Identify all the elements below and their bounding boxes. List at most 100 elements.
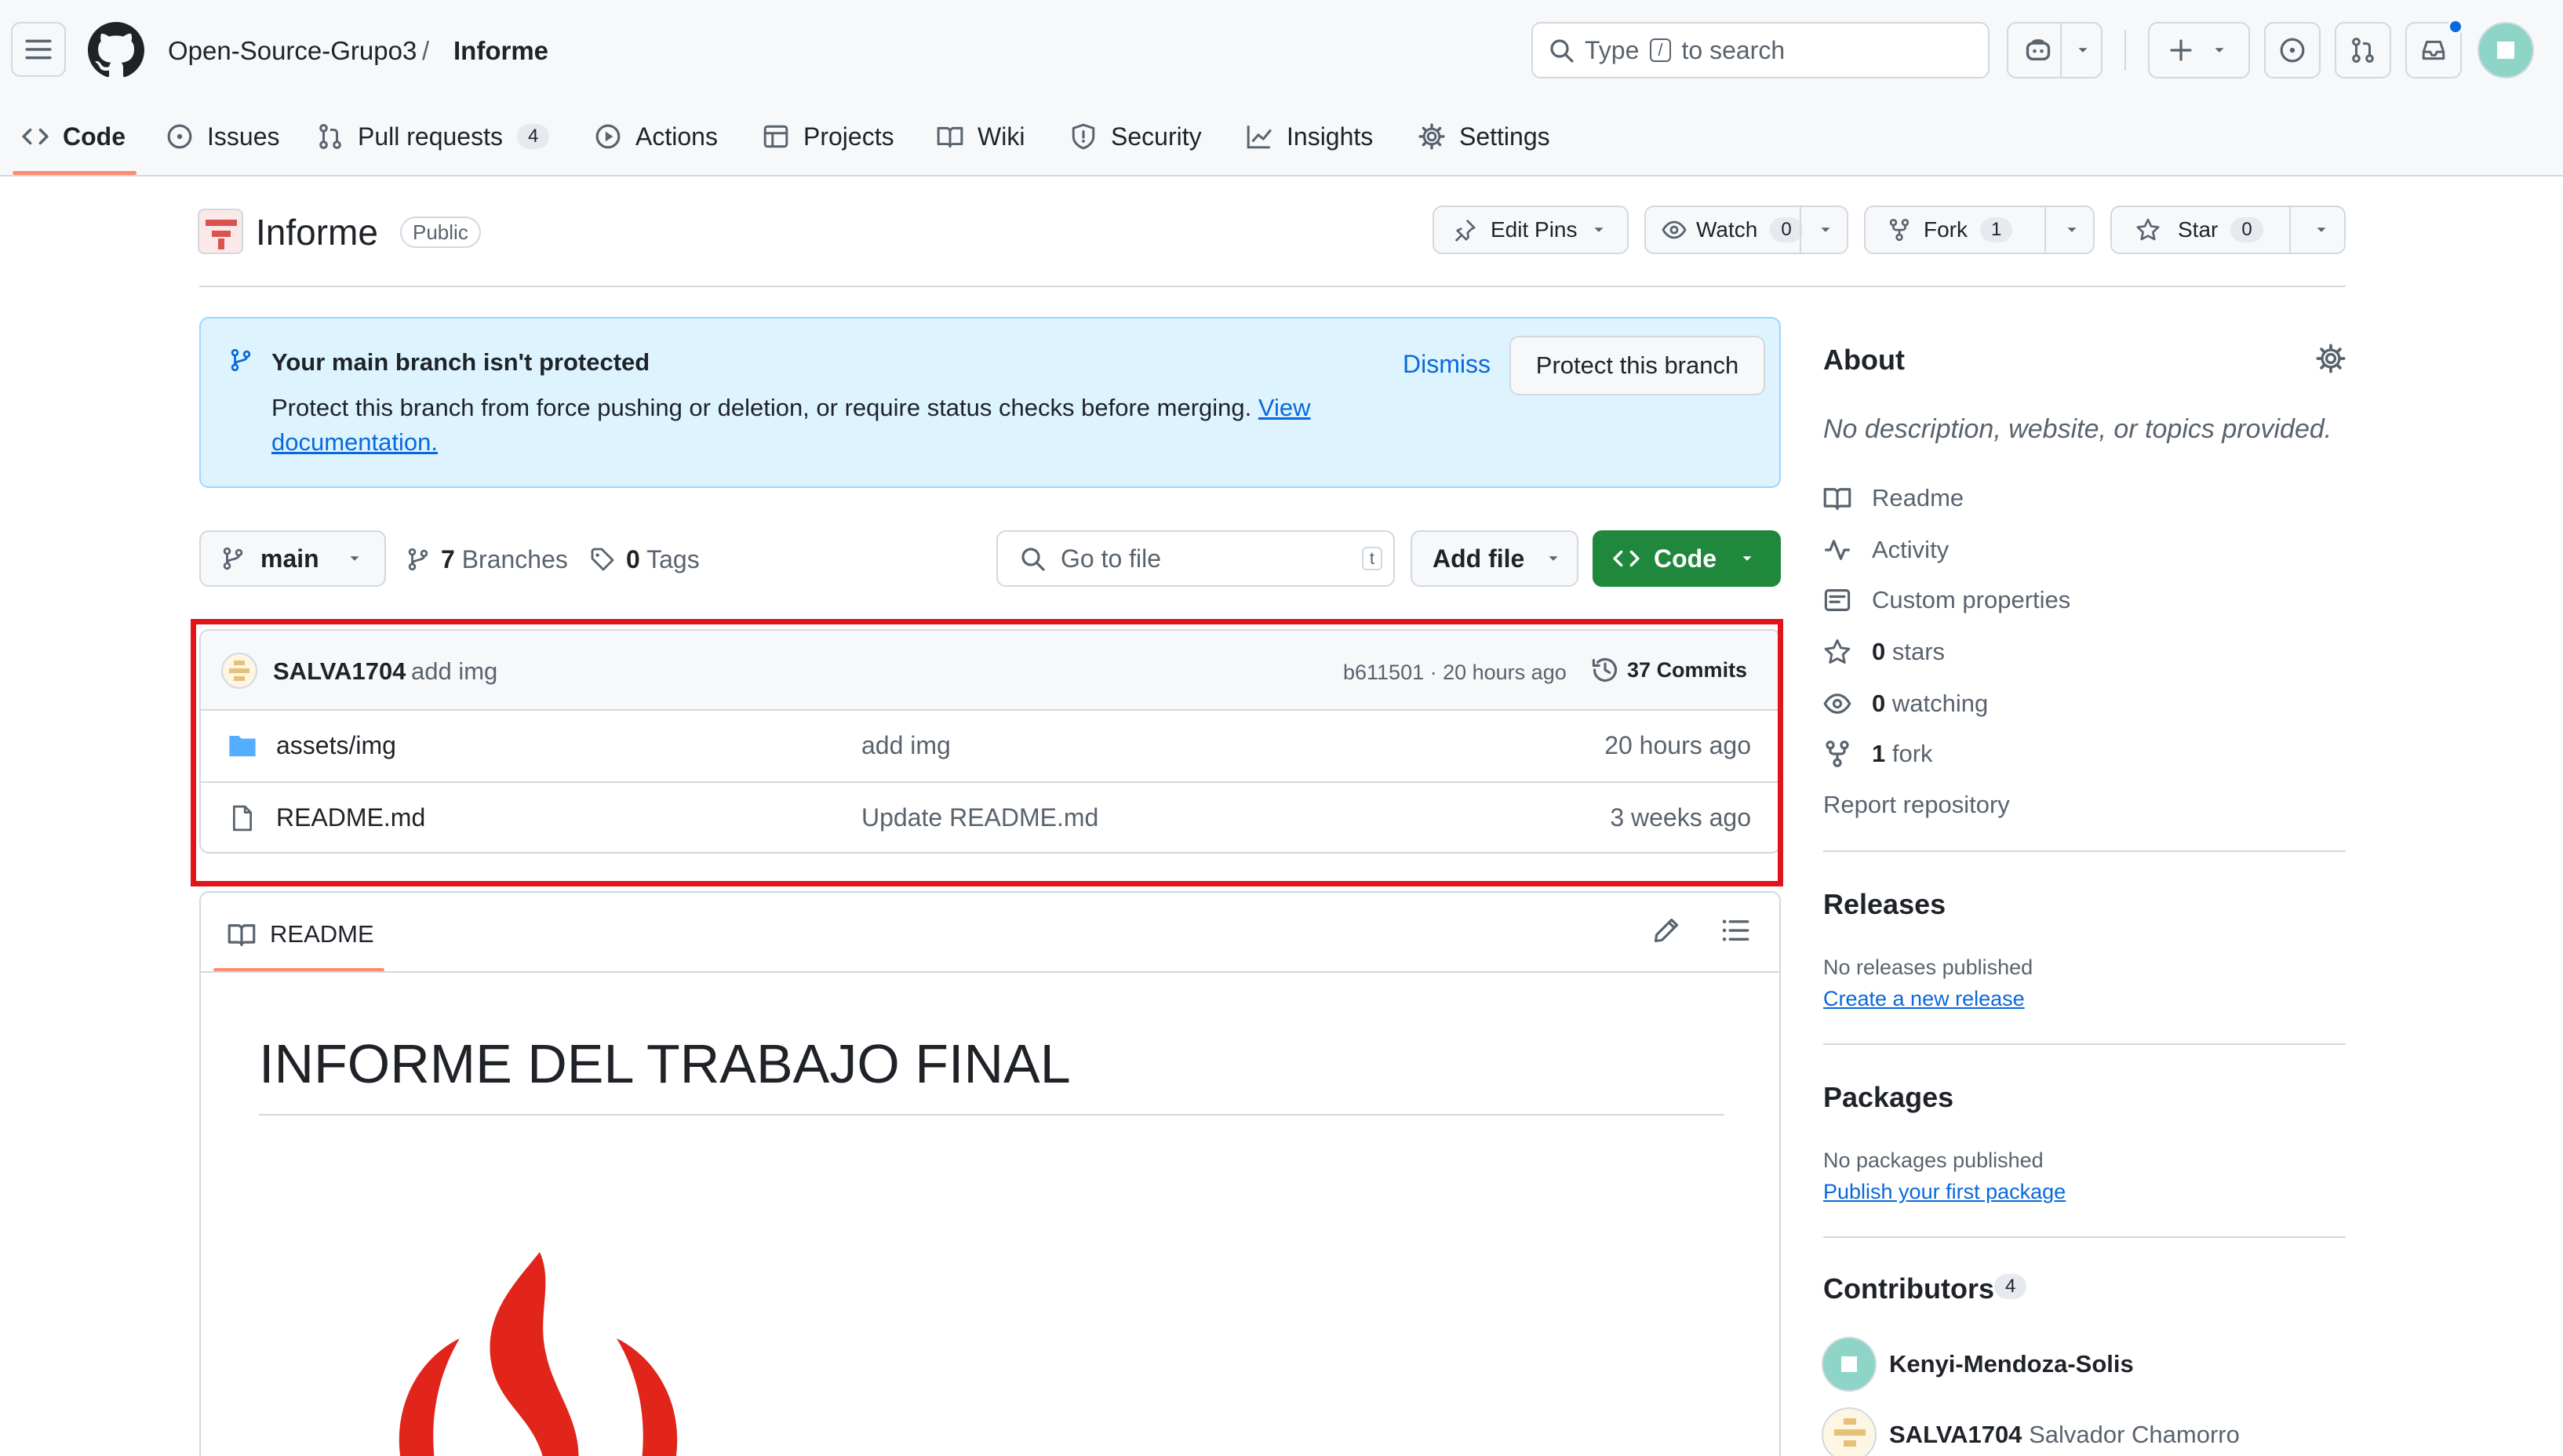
releases-empty-text: No releases published [1823, 956, 2033, 979]
search-icon [1021, 548, 1045, 571]
branches-link[interactable]: 7 Branches [406, 541, 568, 577]
releases-title[interactable]: Releases [1823, 888, 1946, 921]
branch-protection-banner: Your main branch isn't protected Protect… [199, 317, 1781, 488]
repo-head-divider [199, 286, 2346, 287]
shield-icon [1072, 123, 1095, 150]
contributor-login: SALVA1704 [1889, 1421, 2022, 1448]
pull-request-icon [2352, 38, 2374, 63]
readme-heading-divider [259, 1114, 1724, 1116]
chevron-down-icon [350, 556, 359, 561]
pull-request-icon [319, 124, 341, 149]
about-custom-properties-link[interactable]: Custom properties [1823, 582, 2070, 618]
readme-tab[interactable]: README [228, 915, 374, 954]
banner-title: Your main branch isn't protected [271, 348, 650, 376]
about-forks-link[interactable]: 1 fork [1823, 736, 1933, 772]
repo-name[interactable]: Informe [256, 210, 378, 254]
copilot-button[interactable] [2007, 22, 2102, 78]
about-readme-link[interactable]: Readme [1823, 480, 1964, 516]
create-new-button[interactable] [2148, 22, 2250, 78]
chevron-down-icon [2317, 228, 2326, 232]
pencil-icon[interactable] [1652, 916, 1680, 945]
user-avatar[interactable] [2477, 22, 2534, 78]
about-activity-link[interactable]: Activity [1823, 532, 1949, 568]
tab-issues-label: Issues [207, 122, 280, 151]
chevron-down-icon [1594, 228, 1603, 232]
branches-count: 7 [441, 544, 455, 573]
tab-security[interactable]: Security [1070, 111, 1202, 162]
hamburger-icon [25, 39, 52, 60]
star-icon [2136, 218, 2160, 241]
about-watching-link[interactable]: 0 watching [1823, 686, 1988, 722]
active-tab-underline [13, 171, 137, 175]
about-stars-link[interactable]: 0 stars [1823, 634, 1945, 670]
code-button[interactable]: Code [1593, 530, 1781, 587]
code-button-label: Code [1654, 544, 1717, 573]
branch-select-button[interactable]: main [199, 530, 386, 587]
notification-dot [2448, 19, 2463, 35]
breadcrumb-repo[interactable]: Informe [453, 33, 548, 69]
copilot-icon [2026, 38, 2051, 60]
search-prefix-text: Type [1585, 35, 1640, 64]
tab-pull-requests[interactable]: Pull requests 4 [317, 111, 550, 162]
create-release-link[interactable]: Create a new release [1823, 987, 2025, 1011]
book-icon [937, 126, 963, 148]
fork-icon [1889, 218, 1910, 242]
about-item-label: Activity [1872, 536, 1950, 563]
chevron-down-icon [1821, 228, 1830, 232]
contributor-row[interactable]: SALVA1704 Salvador Chamorro [1822, 1407, 2240, 1456]
contributors-title[interactable]: Contributors [1823, 1272, 1994, 1305]
packages-empty-text: No packages published [1823, 1148, 2044, 1172]
issue-icon [167, 124, 192, 149]
contributor-row[interactable]: Kenyi-Mendoza-Solis [1822, 1337, 2134, 1392]
tab-actions-label: Actions [635, 122, 718, 151]
about-item-label: watching [1891, 690, 1989, 717]
tab-wiki[interactable]: Wiki [937, 111, 1025, 162]
watch-button[interactable]: Watch 0 [1644, 206, 1848, 254]
gear-icon [1418, 123, 1445, 150]
add-file-button[interactable]: Add file [1411, 530, 1578, 587]
tab-actions[interactable]: Actions [595, 111, 718, 162]
breadcrumb-org[interactable]: Open-Source-Grupo3 [168, 33, 417, 69]
protect-branch-button[interactable]: Protect this branch [1509, 336, 1765, 395]
book-icon [1823, 488, 1851, 511]
readme-header-divider [201, 971, 1779, 973]
github-logo-icon[interactable] [88, 22, 144, 78]
banner-description: Protect this branch from force pushing o… [271, 394, 1252, 421]
highlight-box [191, 619, 1783, 886]
publish-package-link[interactable]: Publish your first package [1823, 1180, 2066, 1204]
contributor-login: Kenyi-Mendoza-Solis [1889, 1350, 2134, 1378]
go-to-file-input[interactable]: Go to file t [996, 530, 1395, 587]
tab-insights[interactable]: Insights [1246, 111, 1373, 162]
tab-projects-label: Projects [803, 122, 894, 151]
banner-text-block: Protect this branch from force pushing o… [271, 391, 1385, 460]
chevron-down-icon [1549, 556, 1558, 561]
fork-button[interactable]: Fork 1 [1864, 206, 2095, 254]
go-to-file-placeholder: Go to file [1061, 544, 1162, 573]
outline-list-icon[interactable] [1721, 916, 1749, 945]
book-icon [228, 924, 256, 947]
tab-wiki-label: Wiki [978, 122, 1025, 151]
menu-button[interactable] [11, 22, 66, 77]
readme-heading: INFORME DEL TRABAJO FINAL [259, 1033, 1071, 1094]
report-repository-link[interactable]: Report repository [1823, 791, 2010, 819]
star-button[interactable]: Star 0 [2110, 206, 2346, 254]
pull-requests-shortcut-button[interactable] [2335, 22, 2391, 78]
about-item-count: 1 [1872, 740, 1886, 767]
branch-name: main [260, 544, 319, 573]
tags-link[interactable]: 0 Tags [590, 541, 700, 577]
eye-icon [1823, 693, 1851, 714]
global-search-input[interactable]: Type / to search [1531, 22, 1990, 78]
edit-pins-button[interactable]: Edit Pins [1433, 206, 1629, 254]
packages-title[interactable]: Packages [1823, 1081, 1953, 1114]
inbox-icon [2422, 40, 2445, 60]
dismiss-link[interactable]: Dismiss [1403, 350, 1491, 379]
tab-projects[interactable]: Projects [763, 111, 894, 162]
chevron-down-icon [2078, 48, 2088, 53]
gear-icon[interactable] [2316, 344, 2346, 373]
breadcrumb-separator: / [422, 36, 430, 65]
watch-label: Watch [1696, 217, 1758, 242]
issues-shortcut-button[interactable] [2264, 22, 2321, 78]
tab-settings[interactable]: Settings [1418, 111, 1550, 162]
tab-issues[interactable]: Issues [166, 111, 279, 162]
tab-code[interactable]: Code [22, 111, 126, 162]
